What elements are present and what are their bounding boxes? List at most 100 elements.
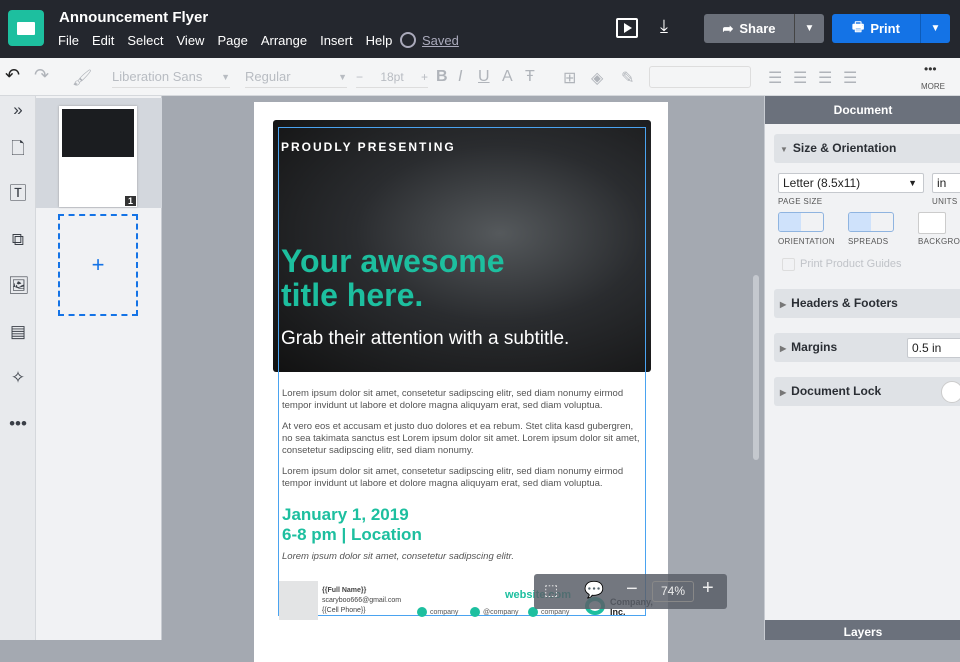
landscape-icon[interactable]: [801, 213, 823, 231]
section-title: Size & Orientation: [792, 141, 897, 155]
facebook-icon: [417, 607, 427, 617]
paragraph[interactable]: Lorem ipsum dolor sit amet, consetetur s…: [282, 388, 642, 412]
font-value: Liberation Sans: [112, 69, 203, 84]
contact-info[interactable]: {{Full Name}} scaryboo666@gmail.com {{Cell…: [322, 586, 401, 616]
font-size-stepper[interactable]: − 18pt +: [356, 66, 428, 88]
border-icon[interactable]: ⊞: [563, 68, 576, 88]
print-guides-label: Print Product Guides: [800, 258, 902, 270]
justify-icon[interactable]: ☰: [843, 68, 857, 88]
italic-button[interactable]: I: [458, 68, 462, 86]
background-label: BACKGROUND: [918, 237, 960, 246]
single-page-icon[interactable]: [849, 213, 871, 231]
font-select[interactable]: Liberation Sans ▼: [112, 66, 230, 88]
layers-panel-header[interactable]: Layers: [765, 620, 960, 640]
event-time: 6-8 pm | Location: [282, 525, 422, 544]
zoom-level[interactable]: 74%: [652, 581, 694, 602]
align-left-icon[interactable]: ☰: [768, 68, 782, 88]
size-orientation-section[interactable]: ▼ Size & Orientation: [774, 134, 960, 163]
table-icon[interactable]: ▤: [8, 322, 28, 342]
social-facebook[interactable]: company: [417, 607, 458, 617]
margins-input[interactable]: 0.5 in: [907, 338, 960, 358]
line-style-select[interactable]: [649, 66, 751, 88]
print-guides-checkbox[interactable]: [782, 258, 795, 271]
menu-edit[interactable]: Edit: [92, 33, 114, 48]
print-dropdown[interactable]: ▼: [920, 14, 950, 43]
orientation-label: ORIENTATION: [778, 237, 835, 246]
save-status[interactable]: Saved: [400, 32, 459, 48]
zoom-out-button[interactable]: −: [626, 578, 638, 601]
page-thumbnail-selected[interactable]: 1: [36, 98, 162, 208]
present-icon[interactable]: [616, 18, 638, 38]
spreads-toggle[interactable]: [848, 212, 894, 232]
weight-select[interactable]: Regular ▼: [245, 66, 347, 88]
twitter-icon: [470, 607, 480, 617]
background-swatch[interactable]: [918, 212, 946, 234]
more-button[interactable]: MORE: [921, 82, 945, 91]
smart-elements-icon[interactable]: ✧: [8, 368, 28, 388]
zoom-in-button[interactable]: +: [702, 577, 714, 600]
toolbar: ↶ ↷ 🖌 Liberation Sans ▼ Regular ▼ − 18pt + B…: [0, 58, 960, 96]
add-page-button[interactable]: +: [58, 214, 138, 316]
paragraph[interactable]: At vero eos et accusam et justo duo dolo…: [282, 421, 642, 457]
event-details[interactable]: January 1, 2019 6-8 pm | Location: [282, 505, 422, 545]
text-color-button[interactable]: A: [502, 68, 513, 86]
redo-icon[interactable]: ↷: [34, 65, 49, 86]
download-icon[interactable]: ⤓: [660, 16, 668, 37]
document-title[interactable]: Announcement Flyer: [59, 9, 208, 26]
orientation-toggle[interactable]: [778, 212, 824, 232]
headers-footers-section[interactable]: ▶ Headers & Footers: [774, 289, 960, 318]
image-icon[interactable]: 🖼: [8, 276, 30, 296]
menu-view[interactable]: View: [177, 33, 205, 48]
spreads-label: SPREADS: [848, 237, 889, 246]
page-thumbnail[interactable]: 1: [59, 106, 137, 207]
document-lock-toggle[interactable]: [941, 381, 960, 403]
clock-icon: [400, 32, 416, 48]
page-size-select[interactable]: Letter (8.5x11) ▼: [778, 173, 924, 193]
share-button[interactable]: ➦ Share ▼: [704, 14, 824, 43]
align-right-icon[interactable]: ☰: [818, 68, 832, 88]
canvas-scrollbar[interactable]: [753, 275, 759, 460]
units-select[interactable]: in: [932, 173, 960, 193]
size-decrease[interactable]: −: [356, 70, 363, 84]
menu-bar: File Edit Select View Page Arrange Inser…: [58, 33, 392, 48]
share-dropdown[interactable]: ▼: [794, 14, 824, 43]
pencil-icon[interactable]: ✎: [621, 68, 634, 88]
menu-insert[interactable]: Insert: [320, 33, 353, 48]
menu-help[interactable]: Help: [366, 33, 393, 48]
paragraph[interactable]: Lorem ipsum dolor sit amet, consetetur s…: [282, 466, 642, 490]
menu-arrange[interactable]: Arrange: [261, 33, 307, 48]
fill-bucket-icon[interactable]: ◈: [591, 68, 603, 88]
format-painter-icon[interactable]: 🖌: [72, 68, 92, 88]
print-button[interactable]: 🖶 Print ▼: [832, 14, 950, 43]
comment-frame-icon[interactable]: ⬚: [544, 581, 558, 599]
expand-icon[interactable]: »: [8, 100, 28, 120]
twitter-handle: @company: [483, 608, 519, 616]
chat-icon[interactable]: 💬: [584, 580, 604, 600]
undo-icon[interactable]: ↶: [5, 65, 20, 86]
photo-placeholder[interactable]: [279, 581, 318, 620]
menu-page[interactable]: Page: [217, 33, 247, 48]
menu-file[interactable]: File: [58, 33, 79, 48]
menu-select[interactable]: Select: [127, 33, 163, 48]
more-tools-icon[interactable]: •••: [8, 414, 28, 434]
chevron-down-icon: ▼: [908, 178, 917, 188]
folder-icon[interactable]: [8, 10, 44, 46]
contact-email: scaryboo666@gmail.com: [322, 597, 402, 604]
spread-icon[interactable]: [871, 213, 893, 231]
size-increase[interactable]: +: [421, 70, 428, 84]
underline-button[interactable]: U: [478, 68, 490, 86]
text-options-icon[interactable]: Ŧ: [525, 68, 535, 86]
bold-button[interactable]: B: [436, 68, 448, 86]
portrait-icon[interactable]: [779, 213, 801, 231]
align-center-icon[interactable]: ☰: [793, 68, 807, 88]
social-twitter[interactable]: @company: [470, 607, 519, 617]
more-icon[interactable]: •••: [924, 62, 937, 76]
page-size-value: Letter (8.5x11): [783, 176, 861, 190]
contact-name: {{Full Name}}: [322, 587, 367, 594]
page-icon[interactable]: 🗋: [8, 139, 28, 159]
size-value: 18pt: [380, 69, 404, 84]
text-icon[interactable]: 🅃: [8, 184, 28, 204]
italic-note[interactable]: Lorem ipsum dolor sit amet, consetetur s…: [282, 551, 514, 562]
shapes-icon[interactable]: ⧉: [8, 230, 28, 250]
document-lock-section[interactable]: ▶ Document Lock: [774, 377, 960, 406]
